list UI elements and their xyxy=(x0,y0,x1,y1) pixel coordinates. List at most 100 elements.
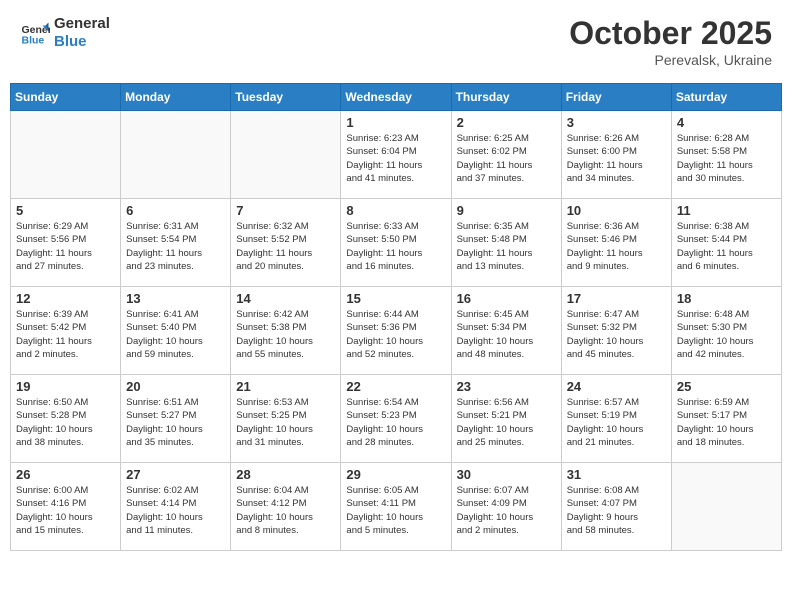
day-info: Sunrise: 6:47 AM Sunset: 5:32 PM Dayligh… xyxy=(567,308,666,361)
day-info: Sunrise: 6:45 AM Sunset: 5:34 PM Dayligh… xyxy=(457,308,556,361)
day-info: Sunrise: 6:31 AM Sunset: 5:54 PM Dayligh… xyxy=(126,220,225,273)
location-subtitle: Perevalsk, Ukraine xyxy=(569,52,772,68)
day-info: Sunrise: 6:56 AM Sunset: 5:21 PM Dayligh… xyxy=(457,396,556,449)
day-number: 18 xyxy=(677,291,776,306)
logo-blue: Blue xyxy=(54,33,110,51)
calendar-week-5: 26 Sunrise: 6:00 AM Sunset: 4:16 PM Dayli… xyxy=(11,463,782,551)
title-block: October 2025 Perevalsk, Ukraine xyxy=(569,15,772,68)
day-number: 22 xyxy=(346,379,445,394)
day-info: Sunrise: 6:00 AM Sunset: 4:16 PM Dayligh… xyxy=(16,484,115,537)
day-info: Sunrise: 6:59 AM Sunset: 5:17 PM Dayligh… xyxy=(677,396,776,449)
calendar-cell: 23 Sunrise: 6:56 AM Sunset: 5:21 PM Dayli… xyxy=(451,375,561,463)
day-number: 16 xyxy=(457,291,556,306)
day-info: Sunrise: 6:38 AM Sunset: 5:44 PM Dayligh… xyxy=(677,220,776,273)
logo: General Blue General Blue xyxy=(20,15,110,51)
day-info: Sunrise: 6:39 AM Sunset: 5:42 PM Dayligh… xyxy=(16,308,115,361)
calendar-cell: 4 Sunrise: 6:28 AM Sunset: 5:58 PM Daylig… xyxy=(671,111,781,199)
day-number: 25 xyxy=(677,379,776,394)
calendar-cell: 22 Sunrise: 6:54 AM Sunset: 5:23 PM Dayli… xyxy=(341,375,451,463)
day-info: Sunrise: 6:33 AM Sunset: 5:50 PM Dayligh… xyxy=(346,220,445,273)
day-info: Sunrise: 6:26 AM Sunset: 6:00 PM Dayligh… xyxy=(567,132,666,185)
day-info: Sunrise: 6:02 AM Sunset: 4:14 PM Dayligh… xyxy=(126,484,225,537)
day-info: Sunrise: 6:50 AM Sunset: 5:28 PM Dayligh… xyxy=(16,396,115,449)
day-number: 29 xyxy=(346,467,445,482)
calendar-cell: 17 Sunrise: 6:47 AM Sunset: 5:32 PM Dayli… xyxy=(561,287,671,375)
calendar-cell: 6 Sunrise: 6:31 AM Sunset: 5:54 PM Daylig… xyxy=(121,199,231,287)
day-info: Sunrise: 6:28 AM Sunset: 5:58 PM Dayligh… xyxy=(677,132,776,185)
calendar-cell: 12 Sunrise: 6:39 AM Sunset: 5:42 PM Dayli… xyxy=(11,287,121,375)
day-number: 23 xyxy=(457,379,556,394)
calendar-cell: 19Sunrise: 6:50 AM Sunset: 5:28 PM Dayli… xyxy=(11,375,121,463)
day-number: 2 xyxy=(457,115,556,130)
day-info: Sunrise: 6:05 AM Sunset: 4:11 PM Dayligh… xyxy=(346,484,445,537)
month-title: October 2025 xyxy=(569,15,772,52)
calendar-cell: 3Sunrise: 6:26 AM Sunset: 6:00 PM Daylig… xyxy=(561,111,671,199)
day-number: 26 xyxy=(16,467,115,482)
svg-text:Blue: Blue xyxy=(22,35,45,47)
day-number: 4 xyxy=(677,115,776,130)
day-info: Sunrise: 6:04 AM Sunset: 4:12 PM Dayligh… xyxy=(236,484,335,537)
day-number: 17 xyxy=(567,291,666,306)
day-number: 10 xyxy=(567,203,666,218)
logo-icon: General Blue xyxy=(20,18,50,48)
weekday-header-sunday: Sunday xyxy=(11,84,121,111)
weekday-header-friday: Friday xyxy=(561,84,671,111)
weekday-header-thursday: Thursday xyxy=(451,84,561,111)
calendar-cell: 13 Sunrise: 6:41 AM Sunset: 5:40 PM Dayli… xyxy=(121,287,231,375)
day-info: Sunrise: 6:07 AM Sunset: 4:09 PM Dayligh… xyxy=(457,484,556,537)
calendar-cell: 16 Sunrise: 6:45 AM Sunset: 5:34 PM Dayli… xyxy=(451,287,561,375)
day-info: Sunrise: 6:41 AM Sunset: 5:40 PM Dayligh… xyxy=(126,308,225,361)
day-number: 15 xyxy=(346,291,445,306)
day-number: 14 xyxy=(236,291,335,306)
calendar-cell: 21 Sunrise: 6:53 AM Sunset: 5:25 PM Dayli… xyxy=(231,375,341,463)
calendar-cell: 24Sunrise: 6:57 AM Sunset: 5:19 PM Dayli… xyxy=(561,375,671,463)
calendar-cell: 28Sunrise: 6:04 AM Sunset: 4:12 PM Dayli… xyxy=(231,463,341,551)
day-info: Sunrise: 6:35 AM Sunset: 5:48 PM Dayligh… xyxy=(457,220,556,273)
calendar-week-1: 1 Sunrise: 6:23 AM Sunset: 6:04 PM Daylig… xyxy=(11,111,782,199)
day-info: Sunrise: 6:36 AM Sunset: 5:46 PM Dayligh… xyxy=(567,220,666,273)
calendar-cell: 15 Sunrise: 6:44 AM Sunset: 5:36 PM Dayli… xyxy=(341,287,451,375)
day-info: Sunrise: 6:29 AM Sunset: 5:56 PM Dayligh… xyxy=(16,220,115,273)
calendar-week-2: 5 Sunrise: 6:29 AM Sunset: 5:56 PM Daylig… xyxy=(11,199,782,287)
calendar-table: SundayMondayTuesdayWednesdayThursdayFrid… xyxy=(10,83,782,551)
day-info: Sunrise: 6:23 AM Sunset: 6:04 PM Dayligh… xyxy=(346,132,445,185)
calendar-cell xyxy=(121,111,231,199)
calendar-cell: 25 Sunrise: 6:59 AM Sunset: 5:17 PM Dayli… xyxy=(671,375,781,463)
calendar-week-4: 19Sunrise: 6:50 AM Sunset: 5:28 PM Dayli… xyxy=(11,375,782,463)
day-info: Sunrise: 6:44 AM Sunset: 5:36 PM Dayligh… xyxy=(346,308,445,361)
day-number: 21 xyxy=(236,379,335,394)
day-number: 1 xyxy=(346,115,445,130)
day-number: 9 xyxy=(457,203,556,218)
day-info: Sunrise: 6:54 AM Sunset: 5:23 PM Dayligh… xyxy=(346,396,445,449)
calendar-cell: 7Sunrise: 6:32 AM Sunset: 5:52 PM Daylig… xyxy=(231,199,341,287)
day-info: Sunrise: 6:53 AM Sunset: 5:25 PM Dayligh… xyxy=(236,396,335,449)
day-number: 31 xyxy=(567,467,666,482)
day-number: 8 xyxy=(346,203,445,218)
calendar-cell: 2 Sunrise: 6:25 AM Sunset: 6:02 PM Daylig… xyxy=(451,111,561,199)
weekday-header-monday: Monday xyxy=(121,84,231,111)
day-info: Sunrise: 6:57 AM Sunset: 5:19 PM Dayligh… xyxy=(567,396,666,449)
calendar-cell xyxy=(671,463,781,551)
day-number: 12 xyxy=(16,291,115,306)
day-info: Sunrise: 6:42 AM Sunset: 5:38 PM Dayligh… xyxy=(236,308,335,361)
calendar-cell: 10 Sunrise: 6:36 AM Sunset: 5:46 PM Dayli… xyxy=(561,199,671,287)
calendar-cell: 27Sunrise: 6:02 AM Sunset: 4:14 PM Dayli… xyxy=(121,463,231,551)
weekday-header-wednesday: Wednesday xyxy=(341,84,451,111)
day-info: Sunrise: 6:32 AM Sunset: 5:52 PM Dayligh… xyxy=(236,220,335,273)
day-number: 5 xyxy=(16,203,115,218)
day-info: Sunrise: 6:08 AM Sunset: 4:07 PM Dayligh… xyxy=(567,484,666,537)
calendar-cell: 5 Sunrise: 6:29 AM Sunset: 5:56 PM Daylig… xyxy=(11,199,121,287)
calendar-cell: 18Sunrise: 6:48 AM Sunset: 5:30 PM Dayli… xyxy=(671,287,781,375)
day-number: 6 xyxy=(126,203,225,218)
day-number: 30 xyxy=(457,467,556,482)
day-info: Sunrise: 6:51 AM Sunset: 5:27 PM Dayligh… xyxy=(126,396,225,449)
weekday-header-tuesday: Tuesday xyxy=(231,84,341,111)
calendar-cell: 26 Sunrise: 6:00 AM Sunset: 4:16 PM Dayli… xyxy=(11,463,121,551)
calendar-cell: 9 Sunrise: 6:35 AM Sunset: 5:48 PM Daylig… xyxy=(451,199,561,287)
logo-general: General xyxy=(54,15,110,33)
calendar-cell: 8 Sunrise: 6:33 AM Sunset: 5:50 PM Daylig… xyxy=(341,199,451,287)
calendar-week-3: 12 Sunrise: 6:39 AM Sunset: 5:42 PM Dayli… xyxy=(11,287,782,375)
day-info: Sunrise: 6:25 AM Sunset: 6:02 PM Dayligh… xyxy=(457,132,556,185)
weekday-header-saturday: Saturday xyxy=(671,84,781,111)
day-number: 13 xyxy=(126,291,225,306)
